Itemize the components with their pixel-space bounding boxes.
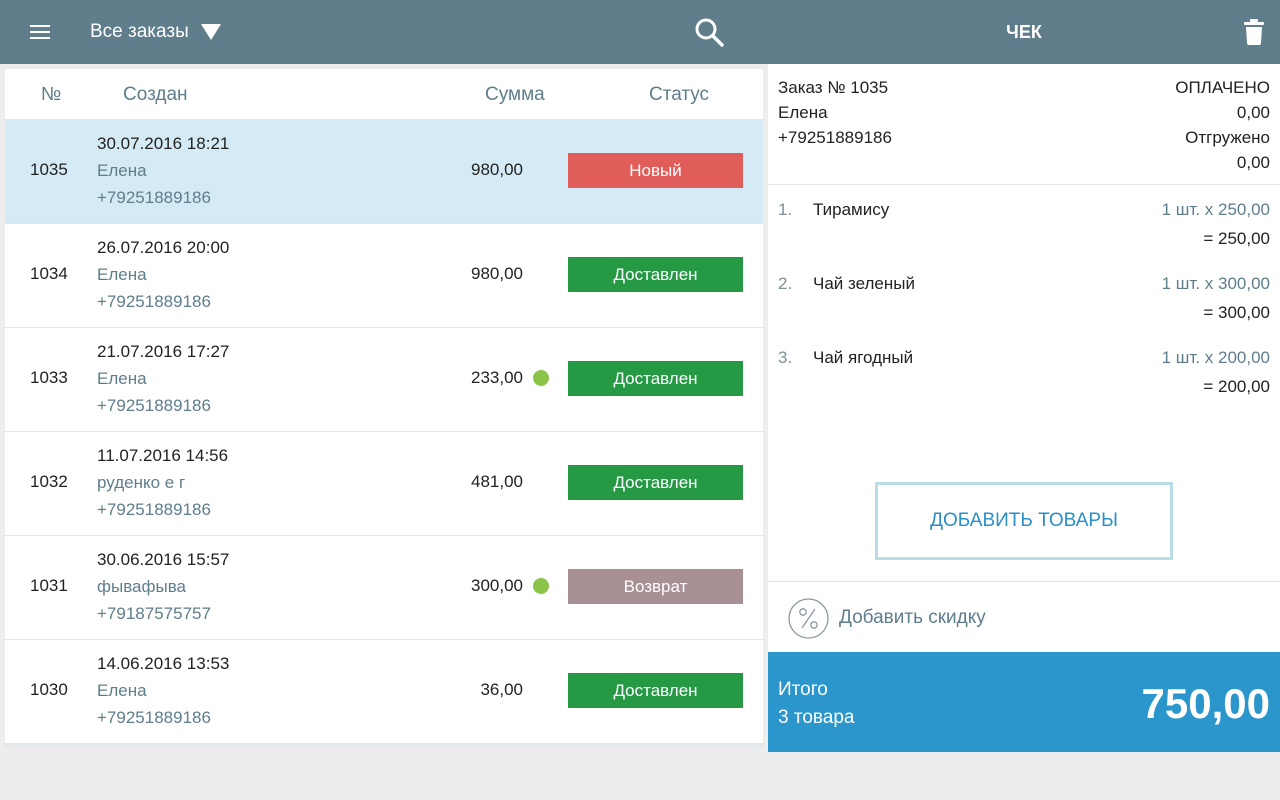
order-number: 1034 bbox=[30, 264, 68, 283]
column-created: Создан bbox=[123, 84, 188, 105]
receipt-customer-name: Елена bbox=[778, 103, 828, 122]
item-index: 2. bbox=[778, 274, 793, 293]
customer-phone: +79251889186 bbox=[97, 500, 211, 519]
order-number: 1033 bbox=[30, 368, 68, 387]
orders-filter-dropdown[interactable]: Все заказы bbox=[90, 0, 221, 64]
receipt-items: 1. Тирамису 1 шт. х 250,00 = 250,00 2. Ч… bbox=[768, 185, 1280, 407]
percent-icon bbox=[788, 598, 829, 639]
item-name: Тирамису bbox=[813, 200, 890, 219]
items-count: 3 товара bbox=[778, 707, 855, 728]
add-items-button[interactable]: ДОБАВИТЬ ТОВАРЫ bbox=[875, 482, 1173, 560]
order-row[interactable]: 1034 26.07.2016 20:00 Елена +79251889186… bbox=[5, 224, 763, 328]
trash-icon[interactable] bbox=[1243, 19, 1265, 45]
customer-name: Елена bbox=[97, 369, 147, 388]
customer-phone: +79251889186 bbox=[97, 292, 211, 311]
order-date: 30.06.2016 15:57 bbox=[97, 550, 230, 569]
order-amount: 980,00 bbox=[471, 160, 523, 179]
order-number: 1032 bbox=[30, 472, 68, 491]
green-dot-icon bbox=[533, 578, 549, 594]
filter-label: Все заказы bbox=[90, 21, 189, 42]
item-name: Чай ягодный bbox=[813, 348, 914, 367]
total-bar[interactable]: Итого 3 товара 750,00 bbox=[768, 652, 1280, 752]
order-row[interactable]: 1032 11.07.2016 14:56 руденко е г +79251… bbox=[5, 432, 763, 536]
column-amount: Сумма bbox=[485, 84, 545, 105]
item-qty-price: 1 шт. х 250,00 bbox=[1161, 200, 1270, 219]
customer-phone: +79187575757 bbox=[97, 604, 211, 623]
customer-name: фывафыва bbox=[97, 577, 187, 596]
order-title: Заказ № 1035 bbox=[778, 78, 889, 97]
total-amount: 750,00 bbox=[1141, 680, 1270, 727]
order-row[interactable]: 1033 21.07.2016 17:27 Елена +79251889186… bbox=[5, 328, 763, 432]
customer-name: Елена bbox=[97, 681, 147, 700]
item-total: = 200,00 bbox=[1203, 377, 1270, 396]
shipped-amount: 0,00 bbox=[1236, 153, 1270, 172]
item-index: 1. bbox=[778, 200, 793, 219]
add-discount-button[interactable]: Добавить скидку bbox=[768, 581, 1280, 652]
item-index: 3. bbox=[778, 348, 793, 367]
paid-amount: 0,00 bbox=[1236, 103, 1270, 122]
customer-name: Елена bbox=[97, 161, 147, 180]
status-badge: Возврат bbox=[568, 569, 743, 604]
item-total: = 250,00 bbox=[1203, 229, 1270, 248]
item-total: = 300,00 bbox=[1203, 303, 1270, 322]
shipment-status: Отгружено bbox=[1185, 128, 1270, 147]
status-badge: Доставлен bbox=[568, 361, 743, 396]
discount-label: Добавить скидку bbox=[839, 607, 986, 628]
order-amount: 300,00 bbox=[471, 576, 523, 595]
receipt-panel: Заказ № 1035 ОПЛАЧЕНО Елена 0,00 +792518… bbox=[768, 64, 1280, 752]
receipt-item[interactable]: 1. Тирамису 1 шт. х 250,00 = 250,00 bbox=[768, 185, 1280, 259]
order-amount: 980,00 bbox=[471, 264, 523, 283]
caret-down-icon bbox=[200, 24, 221, 40]
customer-phone: +79251889186 bbox=[97, 188, 211, 207]
order-date: 11.07.2016 14:56 bbox=[97, 446, 229, 465]
item-name: Чай зеленый bbox=[813, 274, 915, 293]
search-icon[interactable] bbox=[694, 17, 724, 47]
orders-list: № Создан Сумма Статус 1035 30.07.2016 18… bbox=[5, 69, 763, 748]
column-status: Статус bbox=[649, 84, 710, 105]
receipt-customer-phone: +79251889186 bbox=[778, 128, 892, 147]
customer-phone: +79251889186 bbox=[97, 708, 211, 727]
menu-icon[interactable] bbox=[26, 22, 54, 42]
order-number: 1031 bbox=[30, 576, 68, 595]
status-badge: Доставлен bbox=[568, 465, 743, 500]
order-row[interactable]: 1031 30.06.2016 15:57 фывафыва +79187575… bbox=[5, 536, 763, 640]
order-row[interactable]: 1030 14.06.2016 13:53 Елена +79251889186… bbox=[5, 640, 763, 744]
order-number: 1030 bbox=[30, 680, 68, 699]
order-date: 14.06.2016 13:53 bbox=[97, 654, 230, 673]
order-row[interactable]: 1035 30.07.2016 18:21 Елена +79251889186… bbox=[5, 120, 763, 224]
total-label: Итого bbox=[778, 679, 828, 700]
green-dot-icon bbox=[533, 370, 549, 386]
item-qty-price: 1 шт. х 300,00 bbox=[1161, 274, 1270, 293]
status-badge: Доставлен bbox=[568, 673, 743, 708]
order-amount: 36,00 bbox=[480, 680, 523, 699]
top-toolbar: Все заказы ЧЕК bbox=[0, 0, 1280, 64]
receipt-title: ЧЕК bbox=[1006, 22, 1042, 42]
list-scroll-edge bbox=[5, 744, 763, 748]
receipt-header: Заказ № 1035 ОПЛАЧЕНО Елена 0,00 +792518… bbox=[768, 64, 1280, 185]
order-date: 30.07.2016 18:21 bbox=[97, 134, 230, 153]
customer-name: Елена bbox=[97, 265, 147, 284]
order-amount: 481,00 bbox=[471, 472, 523, 491]
customer-name: руденко е г bbox=[97, 473, 186, 492]
status-badge: Новый bbox=[568, 153, 743, 188]
order-number: 1035 bbox=[30, 160, 68, 179]
status-badge: Доставлен bbox=[568, 257, 743, 292]
customer-phone: +79251889186 bbox=[97, 396, 211, 415]
item-qty-price: 1 шт. х 200,00 bbox=[1161, 348, 1270, 367]
column-number: № bbox=[41, 84, 62, 105]
receipt-item[interactable]: 3. Чай ягодный 1 шт. х 200,00 = 200,00 bbox=[768, 333, 1280, 407]
order-date: 26.07.2016 20:00 bbox=[97, 238, 230, 257]
order-amount: 233,00 bbox=[471, 368, 523, 387]
orders-table-header: № Создан Сумма Статус bbox=[5, 69, 763, 120]
order-date: 21.07.2016 17:27 bbox=[97, 342, 230, 361]
payment-status: ОПЛАЧЕНО bbox=[1175, 78, 1270, 97]
receipt-item[interactable]: 2. Чай зеленый 1 шт. х 300,00 = 300,00 bbox=[768, 259, 1280, 333]
